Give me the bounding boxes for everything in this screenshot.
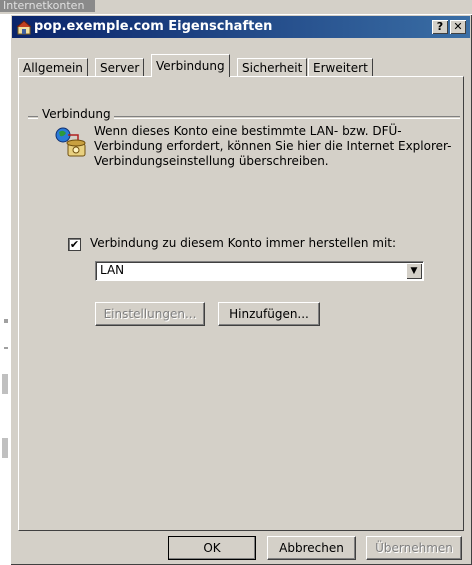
tab-bar: Allgemein Server Verbindung Sicherheit E… (18, 54, 458, 77)
background-window-title: Internetkonten (0, 0, 95, 12)
background-mark (2, 438, 8, 458)
always-connect-label[interactable]: Verbindung zu diesem Konto immer herstel… (90, 236, 396, 250)
always-connect-checkbox[interactable]: ✔ (68, 238, 81, 251)
group-box-label: Verbindung (38, 107, 114, 121)
close-button[interactable]: ✕ (450, 20, 466, 34)
background-window-edge (0, 14, 10, 565)
chevron-down-icon[interactable]: ▼ (406, 263, 422, 279)
settings-button[interactable]: Einstellungen... (95, 302, 205, 326)
tab-server[interactable]: Server (95, 58, 145, 77)
connection-select[interactable]: LAN ▼ (95, 261, 424, 281)
cancel-button[interactable]: Abbrechen (267, 536, 356, 560)
connection-info-text: Wenn dieses Konto eine bestimmte LAN- bz… (94, 124, 452, 168)
background-mark (4, 319, 8, 323)
add-button[interactable]: Hinzufügen... (218, 302, 320, 326)
background-mark (2, 374, 8, 394)
tab-sicherheit[interactable]: Sicherheit (237, 58, 308, 77)
help-button[interactable]: ? (432, 20, 448, 34)
tab-verbindung[interactable]: Verbindung (151, 54, 230, 77)
properties-dialog: pop.exemple.com Eigenschaften ? ✕ Allgem… (10, 14, 472, 565)
connection-select-value: LAN (100, 263, 125, 277)
background-mark (4, 347, 8, 349)
tab-allgemein[interactable]: Allgemein (18, 58, 88, 77)
ok-button[interactable]: OK (168, 536, 256, 560)
background-window-titlebar: Internetkonten (0, 0, 472, 14)
dialog-title: pop.exemple.com Eigenschaften (34, 19, 273, 34)
dialog-titlebar[interactable]: pop.exemple.com Eigenschaften ? ✕ (12, 16, 470, 38)
mail-account-icon (16, 20, 32, 35)
tab-erweitert[interactable]: Erweitert (308, 58, 373, 77)
dialup-connection-icon (55, 127, 86, 157)
apply-button[interactable]: Übernehmen (366, 536, 462, 560)
